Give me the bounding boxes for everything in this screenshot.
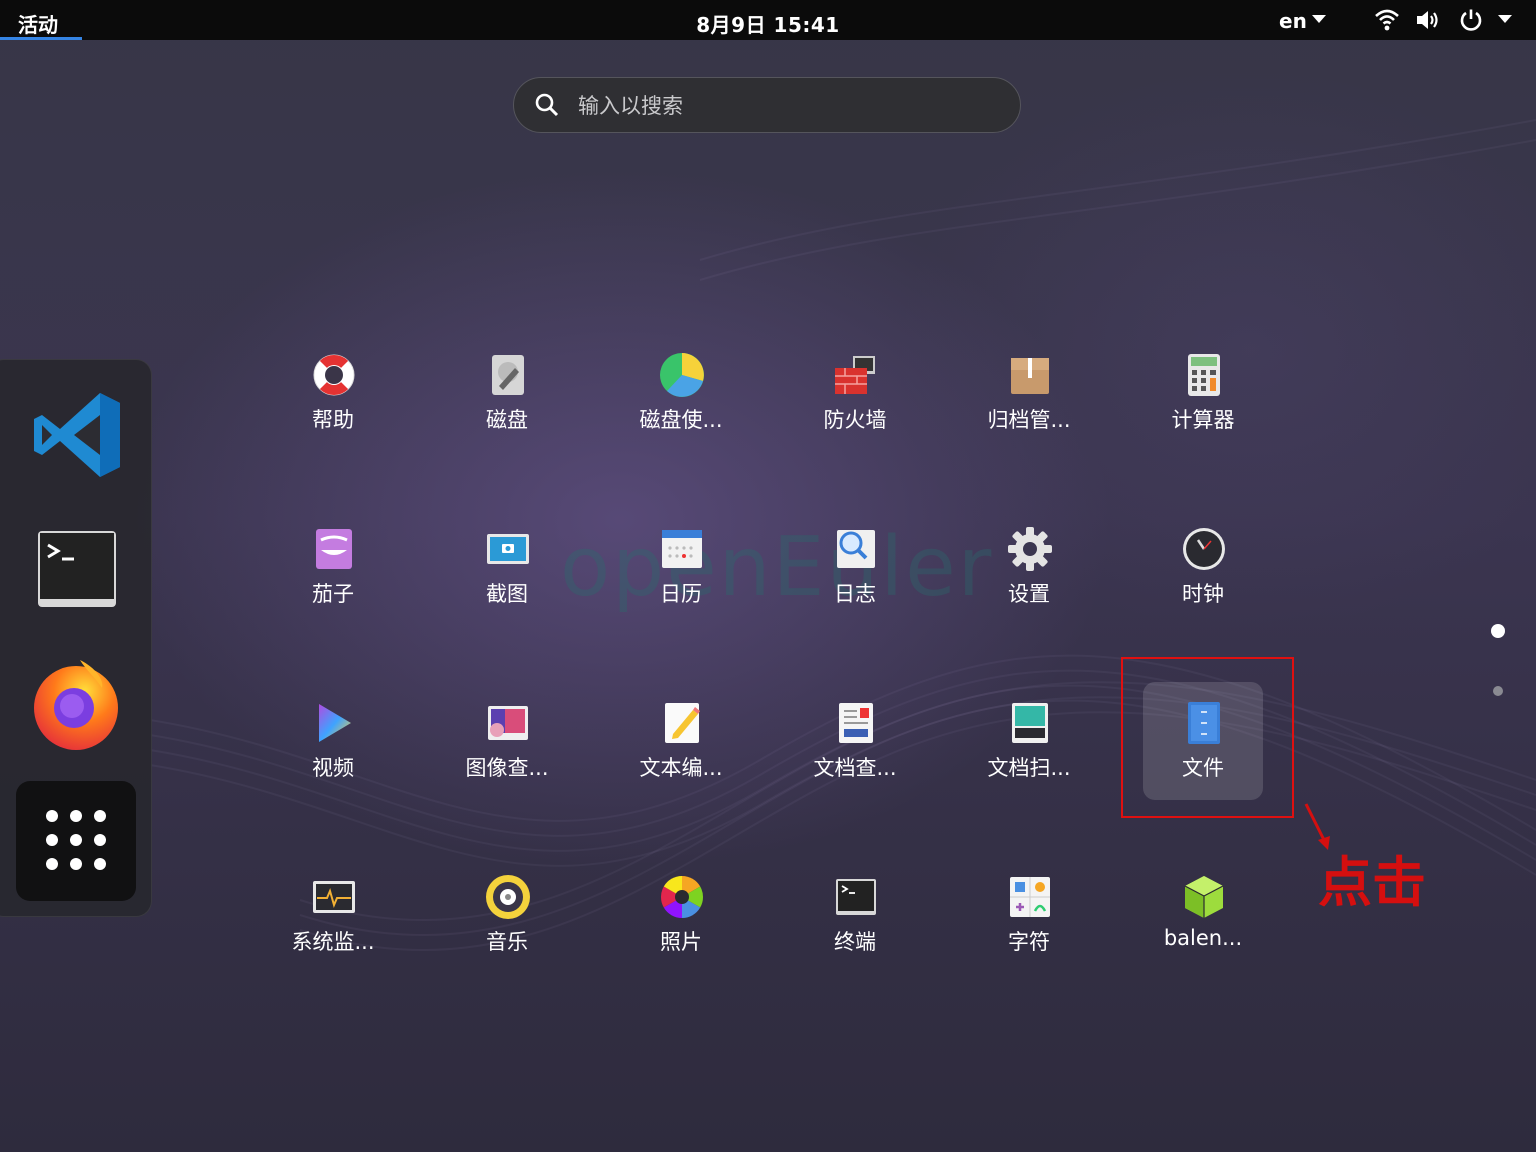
app-label: 帮助 — [312, 408, 354, 432]
app-logs[interactable]: 日志 — [795, 514, 915, 644]
annotation-highlight-box — [1121, 657, 1294, 818]
disk-usage-icon — [660, 353, 704, 397]
show-applications-button[interactable] — [16, 781, 136, 901]
app-label: 视频 — [312, 756, 354, 780]
app-label: 磁盘使... — [639, 408, 723, 432]
chevron-down-icon — [1498, 15, 1512, 23]
document-viewer-icon — [839, 703, 873, 743]
app-label: 计算器 — [1171, 408, 1235, 432]
power-icon — [1460, 9, 1482, 31]
app-disk-usage[interactable]: 磁盘使... — [621, 340, 741, 470]
balena-etcher-icon — [1184, 876, 1224, 918]
screenshot-icon — [487, 534, 529, 564]
app-label: 文档查... — [813, 756, 897, 780]
app-firewall[interactable]: 防火墙 — [795, 340, 915, 470]
terminal-icon — [38, 531, 116, 607]
clock-date-time[interactable]: 8月9日 15:41 — [660, 9, 876, 38]
app-balena-etcher[interactable]: balen... — [1143, 862, 1263, 992]
chevron-down-icon — [1312, 15, 1326, 23]
app-music[interactable]: 音乐 — [447, 862, 567, 992]
app-label: 照片 — [660, 930, 702, 954]
activities-button[interactable]: 活动 — [0, 0, 82, 40]
app-label: 终端 — [834, 930, 876, 954]
cheese-icon — [316, 529, 352, 569]
app-archive-manager[interactable]: 归档管... — [969, 340, 1089, 470]
video-player-icon — [319, 704, 351, 742]
app-photos[interactable]: 照片 — [621, 862, 741, 992]
app-system-monitor[interactable]: 系统监... — [273, 862, 393, 992]
app-label: balen... — [1163, 926, 1243, 950]
system-monitor-icon — [313, 881, 355, 913]
photos-icon — [660, 876, 704, 918]
app-calculator[interactable]: 计算器 — [1143, 340, 1263, 470]
settings-gear-icon — [1008, 527, 1052, 571]
app-label: 归档管... — [987, 408, 1071, 432]
lifebuoy-icon — [313, 354, 355, 396]
app-label: 图像查... — [465, 756, 549, 780]
app-text-editor[interactable]: 文本编... — [621, 688, 741, 818]
firewall-icon — [835, 356, 875, 394]
app-label: 日历 — [660, 582, 702, 606]
app-document-viewer[interactable]: 文档查... — [795, 688, 915, 818]
annotation-callout-text: 点击 — [1318, 851, 1426, 914]
app-label: 音乐 — [486, 930, 528, 954]
dock-firefox[interactable] — [16, 646, 136, 766]
top-bar: 活动 8月9日 15:41 en — [0, 0, 1536, 40]
app-document-scanner[interactable]: 文档扫... — [969, 688, 1089, 818]
dock-terminal[interactable] — [16, 509, 136, 629]
app-cheese[interactable]: 茄子 — [273, 514, 393, 644]
language-label: en — [1279, 9, 1307, 33]
activities-label: 活动 — [18, 13, 58, 37]
app-disks[interactable]: 磁盘 — [447, 340, 567, 470]
dash-dock — [0, 359, 152, 917]
archive-manager-icon — [1011, 358, 1049, 394]
disk-utility-icon — [492, 355, 524, 395]
terminal-app-icon — [836, 879, 876, 915]
document-scanner-icon — [1012, 703, 1048, 743]
search-bar[interactable] — [513, 77, 1021, 133]
dock-vscode[interactable] — [16, 375, 136, 495]
app-image-viewer[interactable]: 图像查... — [447, 688, 567, 818]
app-label: 设置 — [1008, 582, 1050, 606]
image-viewer-icon — [488, 706, 528, 740]
app-characters[interactable]: 字符 — [969, 862, 1089, 992]
app-settings[interactable]: 设置 — [969, 514, 1089, 644]
app-videos[interactable]: 视频 — [273, 688, 393, 818]
app-label: 字符 — [1008, 930, 1050, 954]
calculator-icon — [1188, 354, 1220, 396]
volume-icon — [1417, 11, 1438, 29]
app-label: 日志 — [834, 582, 876, 606]
clock-icon — [1183, 528, 1225, 570]
text-editor-icon — [665, 703, 700, 743]
app-label: 防火墙 — [823, 408, 887, 432]
app-label: 磁盘 — [486, 408, 528, 432]
app-terminal[interactable]: 终端 — [795, 862, 915, 992]
calendar-icon — [662, 530, 702, 568]
characters-icon — [1010, 877, 1050, 917]
wifi-icon — [1375, 9, 1399, 31]
activities-underline — [0, 37, 82, 40]
firefox-icon — [34, 660, 118, 750]
page-indicator-current[interactable] — [1491, 624, 1505, 638]
search-icon — [535, 93, 559, 117]
app-help[interactable]: 帮助 — [273, 340, 393, 470]
search-input[interactable] — [576, 89, 1000, 123]
app-label: 截图 — [486, 582, 528, 606]
app-calendar[interactable]: 日历 — [621, 514, 741, 644]
app-label: 文档扫... — [987, 756, 1071, 780]
music-icon — [486, 875, 530, 919]
logs-icon — [837, 530, 875, 568]
app-label: 系统监... — [291, 930, 375, 954]
app-label: 茄子 — [312, 582, 354, 606]
app-clock[interactable]: 时钟 — [1143, 514, 1263, 644]
show-apps-icon — [46, 810, 106, 870]
app-label: 时钟 — [1182, 582, 1224, 606]
page-indicator-next[interactable] — [1493, 686, 1503, 696]
app-screenshot[interactable]: 截图 — [447, 514, 567, 644]
app-label: 文本编... — [639, 756, 723, 780]
vscode-icon — [34, 393, 120, 477]
